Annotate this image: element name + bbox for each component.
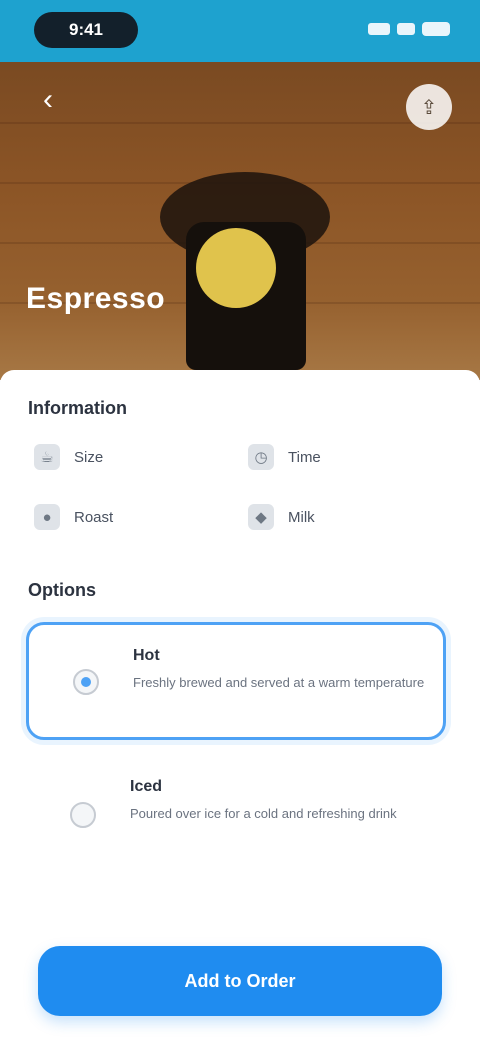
battery-icon <box>422 22 450 36</box>
wifi-icon <box>397 23 415 35</box>
clock-icon: ◷ <box>248 444 274 470</box>
status-time: 9:41 <box>34 12 138 48</box>
page-title: Espresso <box>26 282 166 315</box>
content-sheet: Information ☕ Size ◷ Time ● Roast ◆ Milk… <box>0 370 480 1040</box>
bean-icon: ● <box>34 504 60 530</box>
info-label: Size <box>74 448 104 466</box>
share-icon: ⇪ <box>420 96 438 119</box>
option-card-iced[interactable]: Iced Poured over ice for a cold and refr… <box>26 756 446 874</box>
option-description: Freshly brewed and served at a warm temp… <box>133 675 425 690</box>
option-title: Iced <box>130 778 163 795</box>
hero-image: ‹ ⇪ Espresso <box>0 62 480 380</box>
info-item: ◆ Milk <box>248 504 315 530</box>
info-label: Roast <box>74 508 114 526</box>
option-card-hot[interactable]: Hot Freshly brewed and served at a warm … <box>26 622 446 740</box>
status-icons <box>368 22 450 36</box>
radio-selected-icon[interactable] <box>73 669 99 695</box>
chevron-left-icon: ‹ <box>43 83 53 116</box>
signal-icon <box>368 23 390 35</box>
section-title-information: Information <box>28 398 127 418</box>
back-button[interactable]: ‹ <box>26 82 70 118</box>
info-item: ◷ Time <box>248 444 321 470</box>
add-to-order-button[interactable]: Add to Order <box>38 946 442 1016</box>
option-title: Hot <box>133 647 160 664</box>
info-item: ● Roast <box>34 504 113 530</box>
status-bar: 9:41 <box>0 0 480 62</box>
option-description: Poured over ice for a cold and refreshin… <box>130 806 397 821</box>
info-label: Time <box>288 448 321 466</box>
cup-icon: ☕ <box>34 444 60 470</box>
info-label: Milk <box>288 508 315 526</box>
drop-icon: ◆ <box>248 504 274 530</box>
radio-unselected-icon[interactable] <box>70 802 96 828</box>
section-title-options: Options <box>28 580 96 600</box>
share-button[interactable]: ⇪ <box>406 84 452 130</box>
info-item: ☕ Size <box>34 444 103 470</box>
